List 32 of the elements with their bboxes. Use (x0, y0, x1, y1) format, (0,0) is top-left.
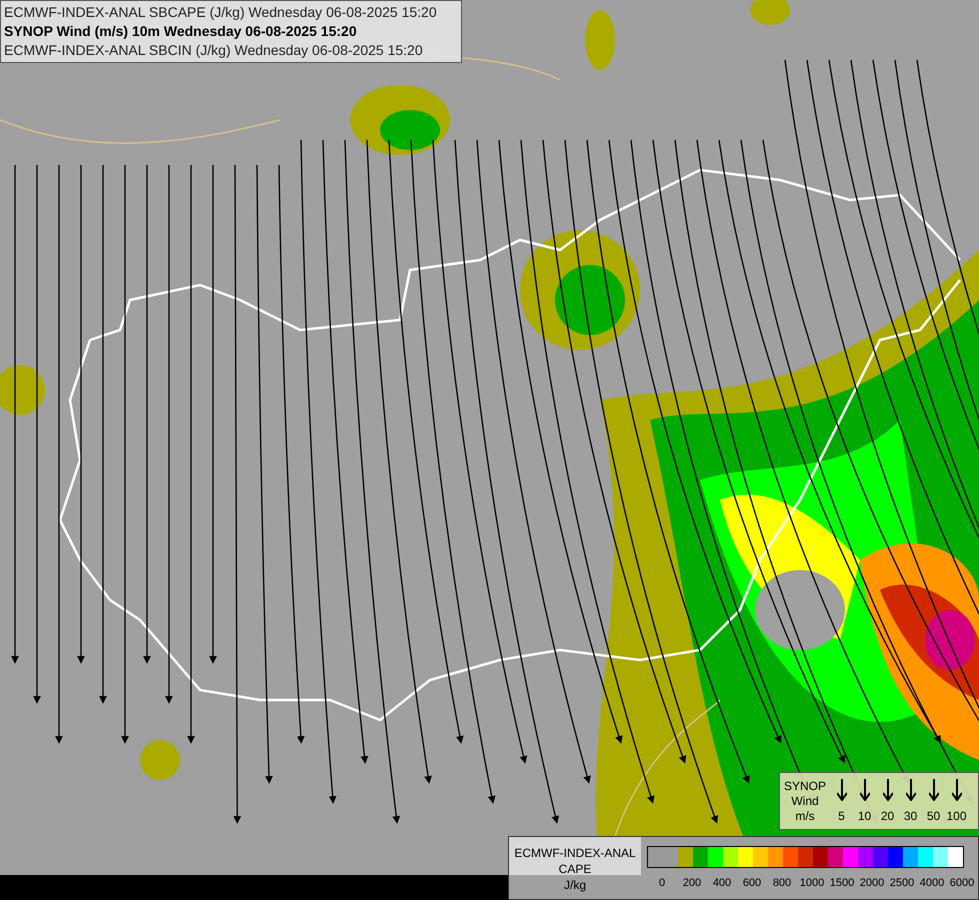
wind-arrow-icon (906, 779, 916, 801)
tick-label: 1000 (798, 877, 826, 890)
legend-label: ECMWF-INDEX-ANAL (514, 845, 636, 861)
tick-label: 2500 (888, 877, 916, 890)
map-title: SYNOP Wind (m/s) 10m Wednesday 06-08-2025 15:20 (4, 22, 358, 41)
wind-arrow-icon (952, 779, 962, 801)
legend-label: CAPE (558, 861, 592, 877)
legend-label: SYNOP (784, 778, 826, 794)
tick-label: 400 (712, 877, 732, 890)
map-title: ECMWF-INDEX-ANAL SBCAPE (J/kg) Wednesday 06-08-2025 15:20 (4, 3, 438, 22)
tick-label: 1500 (828, 877, 856, 890)
speed-label: 5 (838, 809, 845, 823)
speed-label: 100 (946, 809, 967, 823)
tick-label: 0 (658, 877, 666, 890)
legend-label: J/kg (564, 877, 586, 893)
map-title: ECMWF-INDEX-ANAL SBCIN (J/kg) Wednesday 06-08-2025 15:20 (4, 41, 424, 60)
tick-label: 800 (772, 877, 792, 890)
wind-arrow-icon (860, 779, 870, 801)
tick-label: 6000 (948, 877, 976, 890)
tick-label: 4000 (918, 877, 946, 890)
tick-label: 600 (742, 877, 762, 890)
speed-label: 20 (880, 809, 894, 823)
legend-label: Wind (791, 794, 819, 808)
tick-label: 2000 (858, 877, 886, 890)
wind-arrow-icon (928, 779, 938, 801)
tick-label: 200 (682, 877, 702, 890)
legend-label: m/s (795, 808, 815, 824)
speed-label: 30 (904, 809, 918, 823)
wind-arrow-icon (836, 779, 846, 801)
speed-label: 10 (858, 809, 872, 823)
speed-label: 50 (926, 809, 940, 823)
wind-arrow-icon (882, 779, 892, 801)
